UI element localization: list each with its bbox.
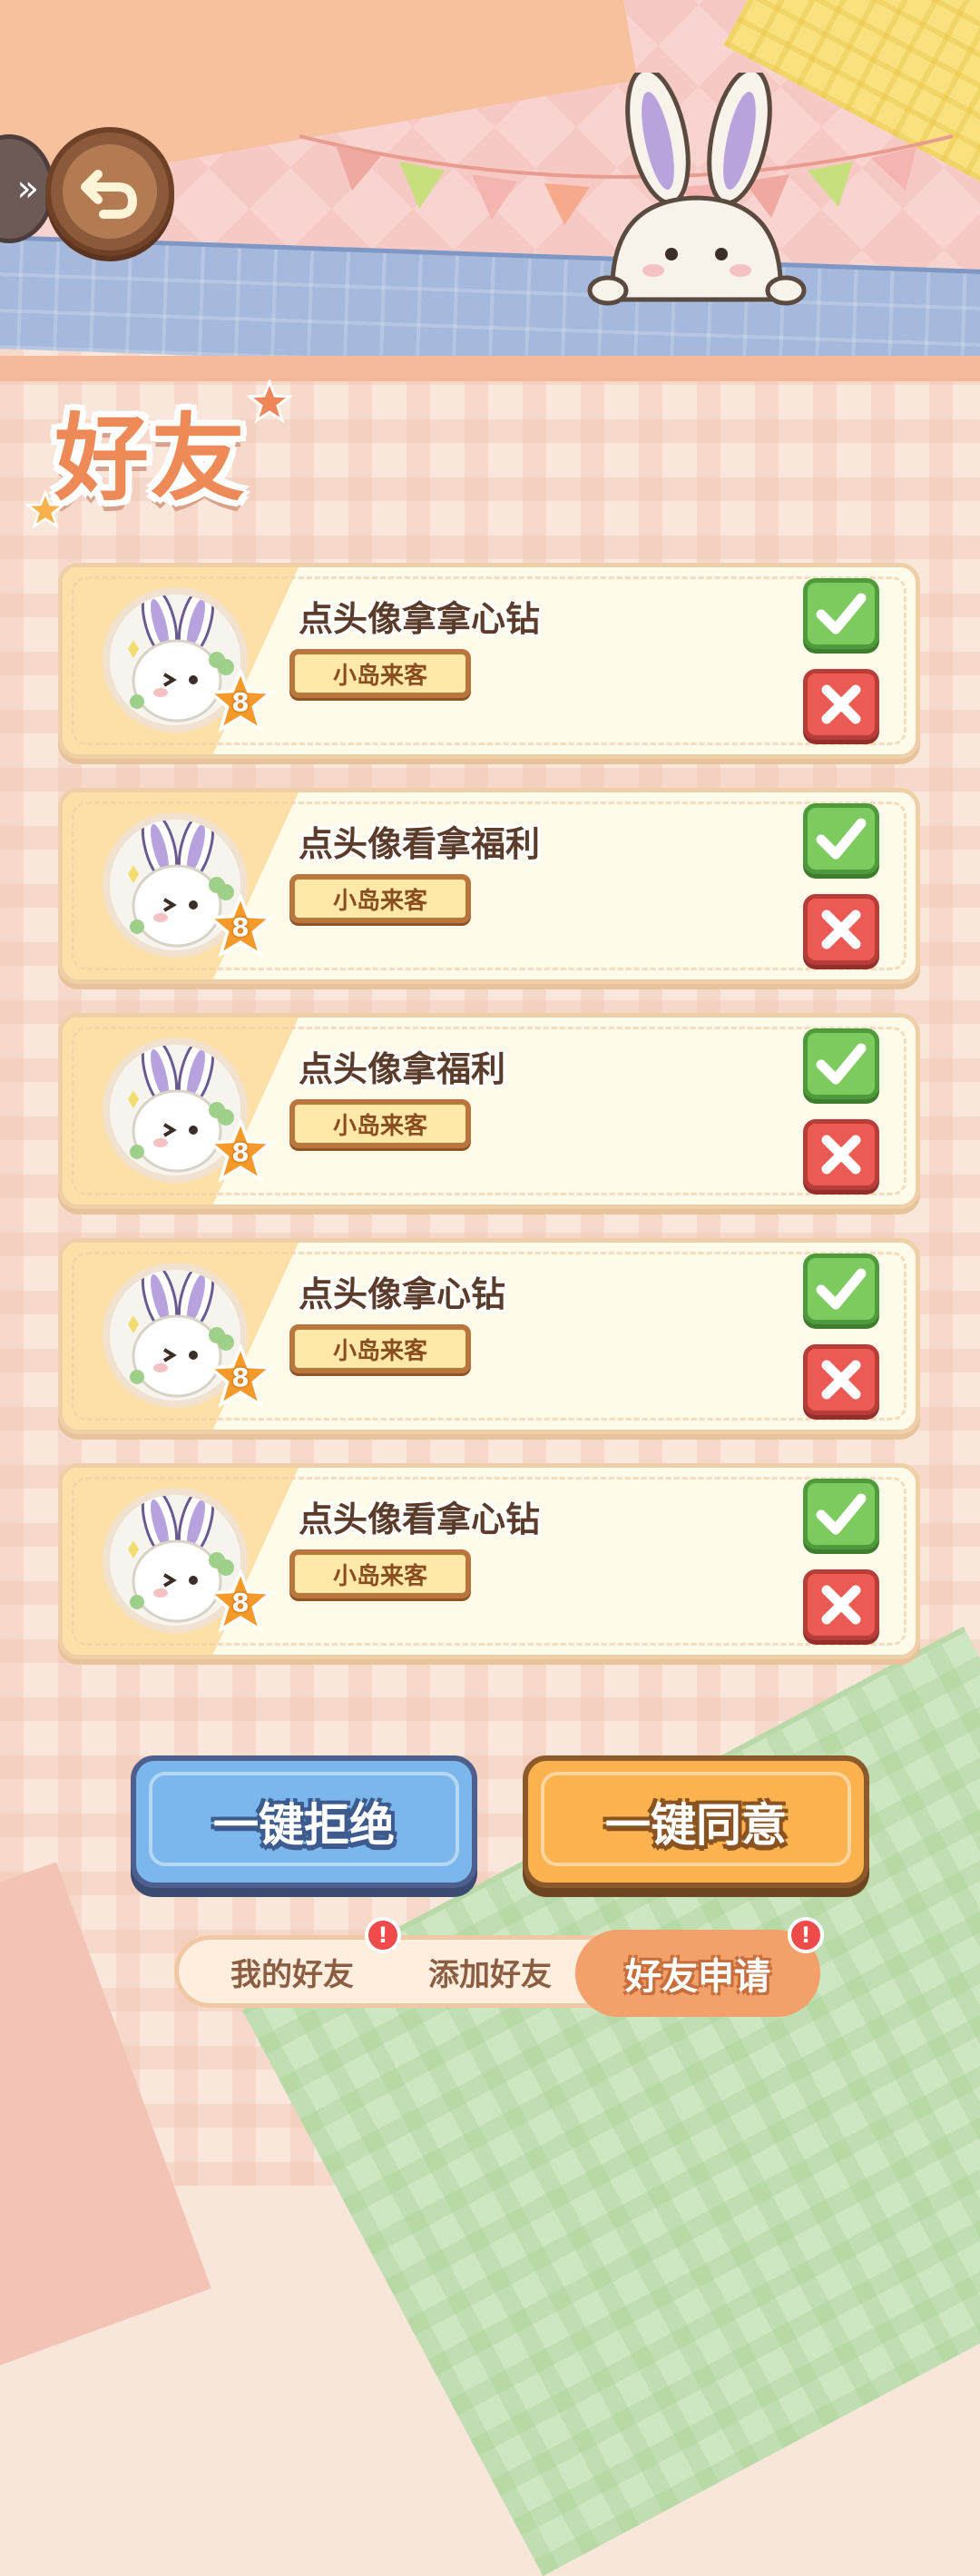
checkmark-icon bbox=[816, 593, 867, 634]
tab-friend-requests[interactable]: 好友申请 bbox=[575, 1930, 820, 2017]
bunny-mascot bbox=[587, 73, 807, 306]
star-icon bbox=[247, 379, 292, 424]
level-number: 8 bbox=[231, 911, 250, 942]
friend-name: 点头像拿福利 bbox=[299, 1049, 506, 1089]
accept-button[interactable] bbox=[803, 578, 879, 649]
accept-all-label: 一键同意 bbox=[605, 1799, 787, 1852]
reject-button[interactable] bbox=[803, 894, 879, 965]
accept-button[interactable] bbox=[803, 1254, 879, 1324]
friend-name: 点头像拿心钻 bbox=[299, 1274, 506, 1314]
checkmark-icon bbox=[816, 818, 867, 860]
friend-tag: 小岛来客 bbox=[289, 649, 471, 698]
checkmark-icon bbox=[816, 1043, 867, 1085]
friend-request-card: 8 点头像拿拿心钻 小岛来客 bbox=[58, 563, 920, 759]
friend-tag: 小岛来客 bbox=[289, 874, 471, 923]
friend-name: 点头像拿拿心钻 bbox=[299, 599, 541, 639]
close-icon bbox=[821, 1585, 861, 1625]
tab-my-friends[interactable]: 我的好友 bbox=[197, 1940, 387, 2003]
tab-add-friend[interactable]: 添加好友 bbox=[395, 1940, 585, 2003]
reject-button[interactable] bbox=[803, 1569, 879, 1640]
chevron-right-icon: » bbox=[16, 168, 39, 210]
page-title: 好友 bbox=[54, 403, 248, 514]
notification-badge: ! bbox=[365, 1917, 401, 1953]
level-number: 8 bbox=[231, 686, 250, 717]
friend-request-card: 8 点头像看拿心钻 小岛来客 bbox=[58, 1463, 920, 1659]
checkmark-icon bbox=[816, 1493, 867, 1535]
close-icon bbox=[821, 1135, 861, 1175]
friend-tag: 小岛来客 bbox=[289, 1324, 471, 1373]
level-badge: 8 bbox=[206, 1568, 275, 1635]
reject-all-button[interactable]: 一键拒绝 bbox=[131, 1755, 477, 1888]
reject-button[interactable] bbox=[803, 1119, 879, 1190]
accept-button[interactable] bbox=[803, 1028, 879, 1099]
friend-request-card: 8 点头像拿心钻 小岛来客 bbox=[58, 1238, 920, 1434]
accept-button[interactable] bbox=[803, 803, 879, 874]
checkmark-icon bbox=[816, 1268, 867, 1310]
level-badge: 8 bbox=[206, 667, 275, 734]
accept-button[interactable] bbox=[803, 1479, 879, 1549]
close-icon bbox=[821, 684, 861, 724]
close-icon bbox=[821, 1360, 861, 1400]
friend-name: 点头像看拿福利 bbox=[299, 824, 541, 864]
level-number: 8 bbox=[231, 1136, 250, 1167]
friend-tag: 小岛来客 bbox=[289, 1099, 471, 1148]
back-arrow-icon bbox=[81, 170, 138, 219]
star-icon bbox=[25, 490, 65, 529]
level-badge: 8 bbox=[206, 892, 275, 959]
level-badge: 8 bbox=[206, 1342, 275, 1410]
reject-button[interactable] bbox=[803, 1344, 879, 1415]
close-icon bbox=[821, 909, 861, 949]
friend-tag: 小岛来客 bbox=[289, 1549, 471, 1598]
level-number: 8 bbox=[231, 1362, 250, 1392]
accept-all-button[interactable]: 一键同意 bbox=[523, 1755, 869, 1888]
reject-button[interactable] bbox=[803, 669, 879, 740]
notification-badge: ! bbox=[788, 1917, 824, 1953]
friend-request-card: 8 点头像看拿福利 小岛来客 bbox=[58, 788, 920, 984]
friend-request-card: 8 点头像拿福利 小岛来客 bbox=[58, 1013, 920, 1209]
reject-all-label: 一键拒绝 bbox=[213, 1799, 395, 1852]
level-badge: 8 bbox=[206, 1117, 275, 1185]
back-button[interactable] bbox=[45, 127, 174, 256]
friend-name: 点头像看拿心钻 bbox=[299, 1499, 541, 1539]
level-number: 8 bbox=[231, 1587, 250, 1617]
